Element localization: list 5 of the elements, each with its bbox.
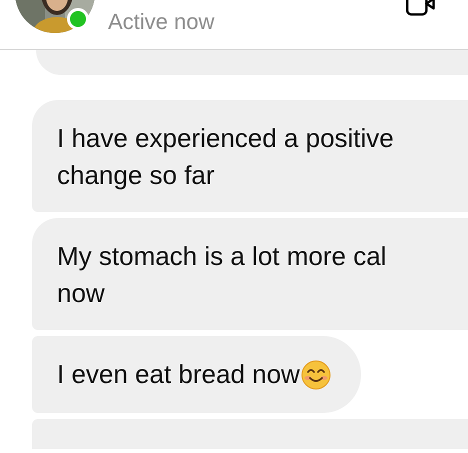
active-status: Active now	[108, 11, 214, 33]
message-text: I have experienced a positive change so far	[57, 122, 394, 192]
message-text: I even eat bread now	[57, 358, 300, 391]
smiling-face-icon	[300, 360, 331, 390]
message-text: My stomach is a lot more cal now	[57, 240, 386, 310]
